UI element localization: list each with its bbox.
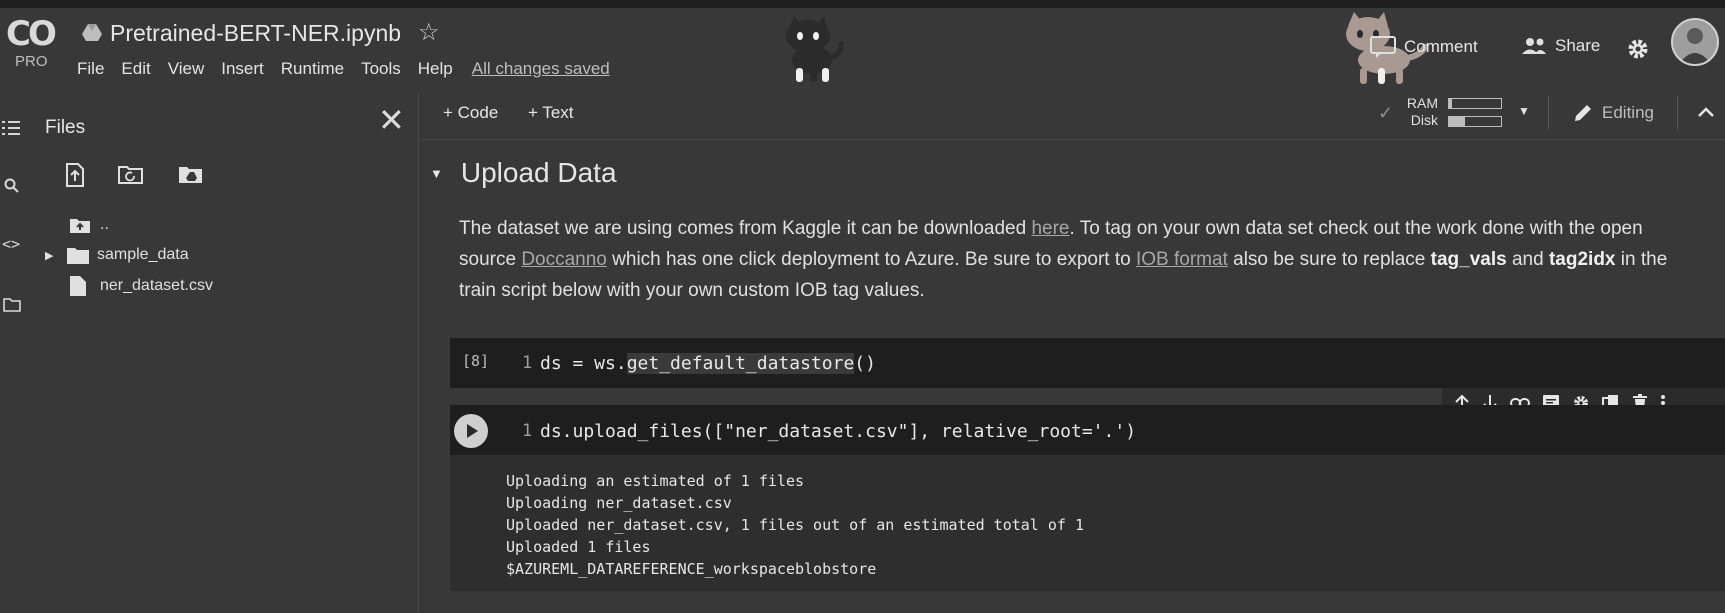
paragraph-text: and xyxy=(1506,249,1549,270)
comment-label: Comment xyxy=(1404,37,1478,56)
resource-labels: RAM Disk xyxy=(1406,95,1438,129)
disk-meter-fill xyxy=(1449,117,1465,126)
logo-text: CO xyxy=(6,14,57,54)
tree-item-label: ner_dataset.csv xyxy=(100,277,213,294)
toolbar-divider xyxy=(1677,96,1678,130)
toolbar-divider xyxy=(1548,96,1549,130)
line-number: 1 xyxy=(522,353,533,373)
disk-label: Disk xyxy=(1410,112,1438,128)
tree-item-parent[interactable]: .. xyxy=(70,216,109,234)
drive-icon xyxy=(82,24,102,41)
table-of-contents-icon[interactable] xyxy=(2,120,22,136)
files-panel-title: Files xyxy=(45,117,86,138)
save-status[interactable]: All changes saved xyxy=(472,59,610,79)
share-label: Share xyxy=(1555,36,1601,55)
resources-dropdown-icon[interactable]: ▼ xyxy=(1518,104,1530,118)
paragraph-text: also be sure to replace xyxy=(1227,249,1431,270)
output-line: Uploading an estimated of 1 files xyxy=(506,472,805,490)
parent-folder-icon xyxy=(70,218,90,233)
upload-file-icon[interactable] xyxy=(65,163,85,187)
refresh-folder-icon[interactable] xyxy=(118,165,144,185)
avatar[interactable] xyxy=(1671,18,1719,66)
menu-view[interactable]: View xyxy=(168,59,205,79)
output-line: Uploaded 1 files xyxy=(506,538,651,556)
mount-drive-icon[interactable] xyxy=(178,165,204,185)
tree-item-label: sample_data xyxy=(97,246,189,263)
execution-count: [8] xyxy=(462,352,490,370)
paragraph-text: The dataset we are using comes from Kagg… xyxy=(459,218,1032,239)
code-snippets-icon[interactable]: <> xyxy=(2,235,20,253)
menu-file[interactable]: File xyxy=(77,59,104,79)
output-line: Uploaded ner_dataset.csv, 1 files out of… xyxy=(506,516,1084,534)
search-icon[interactable] xyxy=(4,178,20,194)
add-code-button[interactable]: + Code xyxy=(443,103,498,123)
tag2idx-bold: tag2idx xyxy=(1548,249,1616,270)
menu-help[interactable]: Help xyxy=(418,59,453,79)
ram-label: RAM xyxy=(1406,95,1438,111)
pro-badge: PRO xyxy=(15,53,48,70)
play-icon xyxy=(467,424,478,438)
paragraph-text: which has one click deployment to Azure.… xyxy=(606,249,1136,270)
menu-insert[interactable]: Insert xyxy=(221,59,264,79)
menu-runtime[interactable]: Runtime xyxy=(281,59,344,79)
section-title: Upload Data xyxy=(460,157,617,188)
close-icon[interactable]: ✕ xyxy=(378,104,405,136)
output-line: Uploading ner_dataset.csv xyxy=(506,494,732,512)
markdown-paragraph: The dataset we are using comes from Kagg… xyxy=(459,213,1695,306)
pencil-icon xyxy=(1575,105,1591,121)
output-line: $AZUREML_DATAREFERENCE_workspaceblobstor… xyxy=(506,560,877,578)
here-link[interactable]: here xyxy=(1031,218,1069,239)
connected-check-icon: ✓ xyxy=(1378,103,1394,123)
comment-button[interactable]: Comment xyxy=(1370,36,1478,58)
menu-bar: File Edit View Insert Runtime Tools Help… xyxy=(77,59,610,79)
folder-icon xyxy=(67,247,89,264)
tree-item-label: .. xyxy=(100,216,109,233)
code-line[interactable]: ds.upload_files(["ner_dataset.csv"], rel… xyxy=(540,421,1136,442)
collapse-section-icon[interactable]: ▼ xyxy=(430,166,443,181)
code-text: ds = ws. xyxy=(540,353,627,374)
tree-item-sample-data[interactable]: ▶ sample_data xyxy=(45,246,189,264)
line-number: 1 xyxy=(522,421,533,441)
add-text-button[interactable]: + Text xyxy=(528,103,574,123)
files-sidebar xyxy=(0,93,419,613)
doccanno-link[interactable]: Doccanno xyxy=(521,249,607,270)
comment-icon xyxy=(1370,36,1396,58)
code-text: () xyxy=(854,353,876,374)
file-icon xyxy=(70,276,86,296)
code-highlight: get_default_datastore xyxy=(626,353,855,374)
colab-logo[interactable]: CO PRO xyxy=(6,14,57,70)
editing-label: Editing xyxy=(1602,103,1654,122)
code-line[interactable]: ds = ws.get_default_datastore() xyxy=(540,353,876,374)
notebook-title[interactable]: Pretrained-BERT-NER.ipynb xyxy=(110,20,401,47)
share-button[interactable]: Share xyxy=(1521,36,1600,56)
chevron-right-icon[interactable]: ▶ xyxy=(45,249,59,262)
top-band xyxy=(0,0,1725,8)
section-header[interactable]: ▼ Upload Data xyxy=(430,157,617,189)
gear-icon[interactable] xyxy=(1626,37,1650,61)
editing-mode-button[interactable]: Editing xyxy=(1573,103,1654,123)
cat-mascot-icon xyxy=(786,16,844,82)
star-icon[interactable]: ☆ xyxy=(418,18,440,47)
ram-meter-fill xyxy=(1449,99,1452,108)
menu-edit[interactable]: Edit xyxy=(121,59,150,79)
menu-tools[interactable]: Tools xyxy=(361,59,401,79)
people-icon xyxy=(1522,38,1546,54)
run-cell-button[interactable] xyxy=(454,414,488,448)
ram-meter[interactable] xyxy=(1448,98,1502,109)
tree-item-ner-dataset[interactable]: ner_dataset.csv xyxy=(70,276,213,296)
chevron-up-icon[interactable] xyxy=(1698,107,1714,117)
tag-vals-bold: tag_vals xyxy=(1430,249,1507,270)
folder-icon[interactable] xyxy=(3,297,21,312)
disk-meter[interactable] xyxy=(1448,116,1502,127)
avatar-image xyxy=(1673,20,1717,64)
iob-format-link[interactable]: IOB format xyxy=(1136,249,1228,270)
